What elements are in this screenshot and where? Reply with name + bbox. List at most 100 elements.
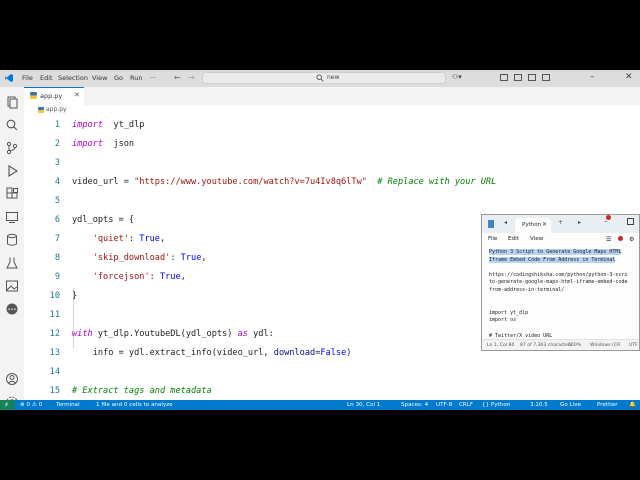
tab-scroll-right-icon[interactable]: ▸	[578, 219, 581, 226]
customize-layout-icon[interactable]	[542, 74, 550, 81]
notepad-text-line: # Twitter/X video URL	[489, 332, 553, 339]
python-file-icon	[30, 92, 37, 99]
notepad-text-line: https://codingshiksha.com/python/python-…	[489, 271, 628, 278]
notepad-status-bar: Ln 1, Col 80 87 of 7,363 characters 100%…	[482, 339, 639, 350]
copilot-icon[interactable]: ⚇▾	[452, 73, 468, 83]
breadcrumb-item[interactable]: app.py	[46, 106, 67, 113]
notepad-encoding[interactable]: UTF	[629, 343, 638, 348]
notepad-line-endings[interactable]: Windows (CR	[590, 343, 620, 348]
line-endings[interactable]: CRLF	[459, 402, 473, 408]
notepad-maximize-icon[interactable]	[627, 218, 634, 225]
account-icon[interactable]	[5, 372, 19, 386]
source-control-icon[interactable]	[5, 141, 19, 155]
toggle-secondary-sidebar-icon[interactable]	[528, 74, 536, 81]
code-line[interactable]: video_url = "https://www.youtube.com/wat…	[72, 177, 496, 187]
line-number: 8	[54, 253, 60, 263]
menu-more-icon[interactable]: ···	[150, 74, 156, 82]
tab-label: app.py	[40, 92, 63, 100]
close-window-icon[interactable]: ✕	[625, 72, 633, 82]
notepad-formatting-icon[interactable]: ☰	[606, 236, 611, 243]
live-share-icon[interactable]: •••	[5, 302, 19, 316]
code-line[interactable]: import json	[72, 139, 134, 149]
command-center[interactable]: new	[202, 72, 446, 84]
code-line[interactable]: info = ydl.extract_info(video_url, downl…	[72, 348, 352, 358]
command-center-text: new	[327, 74, 340, 81]
code-token: ,	[159, 234, 166, 244]
activity-bar: •••	[0, 87, 25, 408]
minimize-icon[interactable]: –	[590, 72, 595, 82]
toggle-sidebar-icon[interactable]	[500, 74, 508, 81]
language-mode[interactable]: {} Python	[482, 402, 510, 408]
code-line[interactable]: 'skip_download': True,	[72, 253, 207, 263]
back-arrow-icon[interactable]: ←	[174, 73, 181, 82]
code-token: ,	[180, 272, 186, 282]
cursor-position[interactable]: Ln 30, Col 1	[347, 402, 380, 408]
notifications-bell-icon[interactable]: 🔔	[629, 402, 636, 408]
menu-selection[interactable]: Selection	[58, 74, 88, 82]
menu-go[interactable]: Go	[114, 74, 123, 82]
code-token: 'quiet'	[92, 234, 129, 244]
notepad-zoom[interactable]: 100%	[568, 343, 581, 348]
toggle-panel-icon[interactable]	[514, 74, 522, 81]
line-number: 10	[49, 291, 60, 301]
prettier-status[interactable]: Prettier	[597, 402, 618, 408]
code-line[interactable]: }	[72, 291, 77, 301]
notepad-menu-view[interactable]: View	[530, 236, 543, 242]
code-line[interactable]: 'quiet': True,	[72, 234, 165, 244]
notepad-menu-file[interactable]: File	[488, 236, 497, 242]
analysis-status[interactable]: 1 file and 0 cells to analyze	[96, 402, 173, 408]
menu-file[interactable]: File	[22, 74, 33, 82]
tab-scroll-left-icon[interactable]: ◂	[504, 219, 507, 226]
notepad-tab-close-icon[interactable]: ✕	[542, 221, 547, 228]
go-live-button[interactable]: Go Live	[560, 402, 581, 408]
code-token: :	[170, 253, 181, 263]
notepad-text-line: Python 3 Script to Generate Google Maps …	[489, 249, 622, 255]
notepad-menu-edit[interactable]: Edit	[508, 236, 519, 242]
notepad-text-area[interactable]: Python 3 Script to Generate Google Maps …	[482, 246, 639, 339]
python-interpreter[interactable]: 3.10.5	[530, 402, 548, 408]
image-preview-icon[interactable]	[5, 279, 19, 293]
line-number: 4	[54, 177, 60, 187]
menu-view[interactable]: View	[92, 74, 107, 82]
remote-explorer-icon[interactable]	[5, 210, 19, 224]
code-line[interactable]: ydl_opts = {	[72, 215, 134, 225]
encoding[interactable]: UTF-8	[436, 402, 452, 408]
code-token: False	[320, 348, 347, 358]
code-token: :	[128, 234, 140, 244]
menu-run[interactable]: Run	[130, 74, 142, 82]
search-icon	[316, 74, 324, 82]
line-number: 1	[54, 120, 60, 130]
run-debug-icon[interactable]	[5, 164, 19, 178]
code-line[interactable]: 'forcejson': True,	[72, 272, 186, 282]
code-token: ydl:	[247, 329, 274, 339]
notepad-text-line: Iframe Embed Code From Address in Termin…	[489, 256, 616, 263]
terminal-button[interactable]: Terminal	[56, 402, 80, 408]
code-line[interactable]: import yt_dlp	[72, 120, 144, 130]
menu-edit[interactable]: Edit	[40, 74, 53, 82]
tab-app-py[interactable]: app.py ✕	[24, 87, 84, 105]
forward-arrow-icon[interactable]: →	[188, 73, 195, 82]
extensions-icon[interactable]	[5, 187, 19, 201]
code-token: 'skip_download'	[92, 253, 171, 263]
code-line[interactable]: # Extract tags and metadata	[72, 386, 212, 396]
remote-indicator-icon[interactable]: ⚡	[0, 400, 15, 410]
code-token: 'forcejson'	[92, 272, 150, 282]
notepad-text-line: to-generate-google-maps-html-iframe-embe…	[489, 279, 628, 286]
line-number: 2	[54, 139, 60, 149]
indentation[interactable]: Spaces: 4	[401, 402, 428, 408]
new-tab-icon[interactable]: +	[558, 219, 563, 226]
problems-indicator[interactable]: ⊗ 0 ⚠ 0	[20, 402, 42, 408]
database-icon[interactable]	[5, 233, 19, 247]
code-token: with	[72, 329, 93, 339]
tab-close-icon[interactable]: ✕	[74, 91, 80, 99]
code-token: info = ydl.extract_info(video_url,	[72, 348, 274, 358]
code-token: ,	[201, 253, 207, 263]
search-icon[interactable]	[5, 118, 19, 132]
explorer-icon[interactable]	[5, 95, 19, 109]
notepad-tab[interactable]: Python ✕	[515, 218, 551, 233]
code-line[interactable]: with yt_dlp.YoutubeDL(ydl_opts) as ydl:	[72, 329, 274, 339]
recording-indicator-icon	[606, 215, 611, 220]
notepad-settings-icon[interactable]: ⚙	[629, 236, 634, 243]
code-token: # Extract tags and metadata	[72, 386, 212, 396]
testing-icon[interactable]	[5, 256, 19, 270]
